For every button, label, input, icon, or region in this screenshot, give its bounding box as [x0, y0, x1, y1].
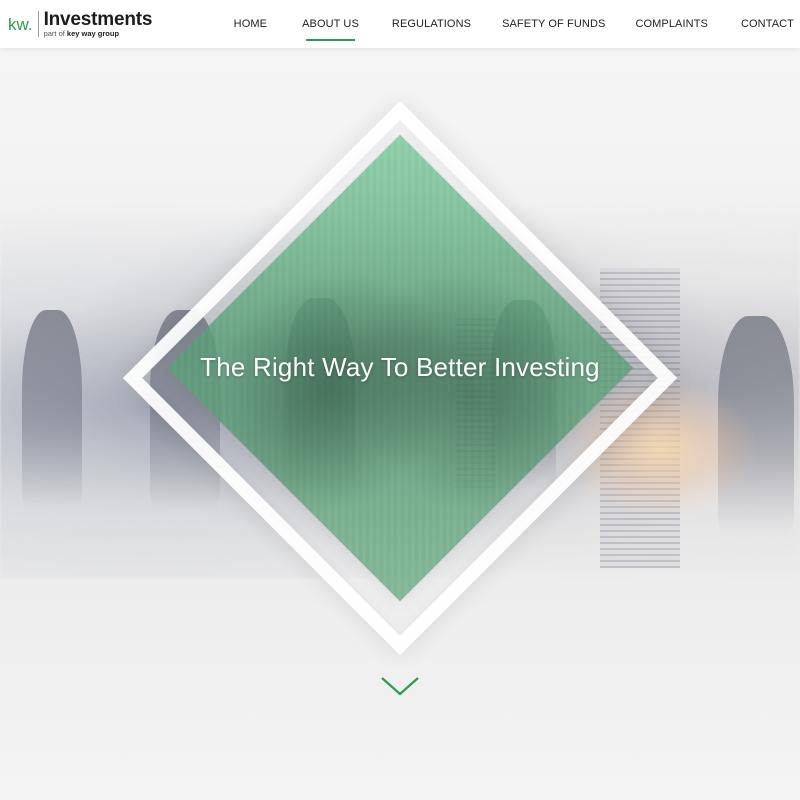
scroll-down-button[interactable] [381, 674, 419, 698]
logo-subtitle-group: key way group [66, 28, 120, 38]
chevron-down-icon [381, 677, 419, 696]
logo-divider [37, 11, 39, 37]
logo-text: Investments part of key way group [43, 8, 153, 38]
nav-item-home[interactable]: HOME [234, 18, 267, 30]
hero-headline: The Right Way To Better Investing [200, 352, 600, 382]
logo-subtitle: part of key way group [44, 29, 153, 38]
businesswoman-figure [22, 310, 82, 510]
nav-item-safety-of-funds[interactable]: SAFETY OF FUNDS [502, 18, 605, 30]
logo-title: Investments [43, 8, 153, 30]
nav-item-about-us[interactable]: ABOUT US [302, 18, 359, 41]
logo-subtitle-prefix: part of [43, 28, 67, 38]
site-header: kw. Investments part of key way group HO… [0, 0, 800, 48]
page: kw. Investments part of key way group HO… [0, 0, 800, 800]
nav-item-contact[interactable]: CONTACT [741, 18, 794, 30]
main-nav: HOME ABOUT US REGULATIONS SAFETY OF FUND… [234, 0, 800, 48]
nav-item-complaints[interactable]: COMPLAINTS [635, 18, 708, 30]
hero-section: The Right Way To Better Investing [0, 48, 800, 800]
logo[interactable]: kw. Investments part of key way group [8, 8, 152, 40]
nav-item-regulations[interactable]: REGULATIONS [392, 18, 471, 30]
logo-mark: kw. [8, 14, 33, 34]
